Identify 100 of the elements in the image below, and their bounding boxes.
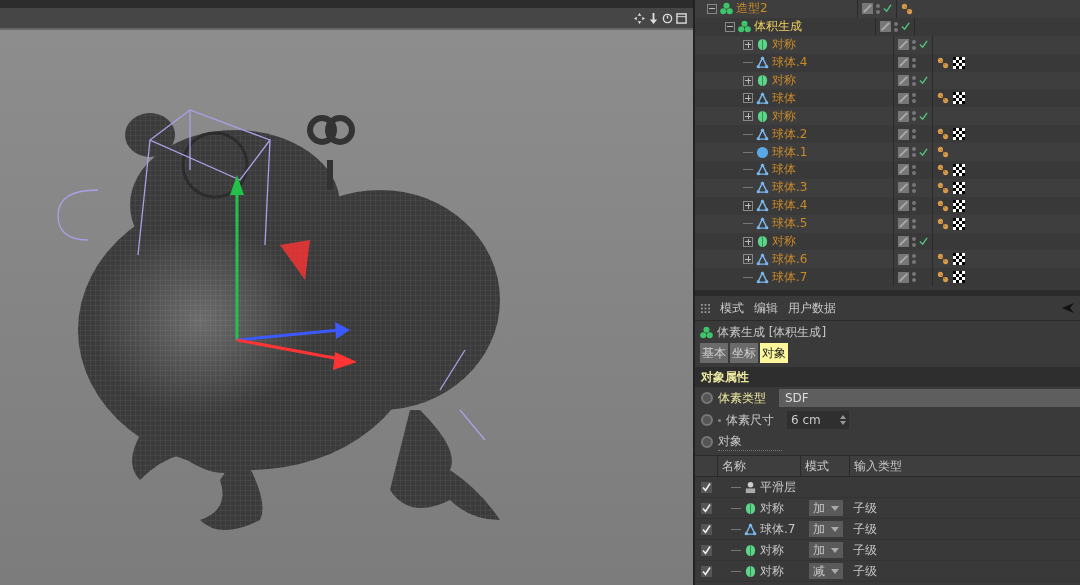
phong-tag-icon[interactable] xyxy=(937,128,949,141)
object-name[interactable]: 球体.2 xyxy=(772,125,808,143)
layer-icon[interactable] xyxy=(898,164,909,176)
menu-item[interactable]: 编辑 xyxy=(754,299,778,317)
phong-tag-icon[interactable] xyxy=(937,253,949,266)
mode-dropdown[interactable]: 加 xyxy=(809,500,843,516)
3d-viewport[interactable] xyxy=(0,28,693,585)
object-name[interactable]: 对称 xyxy=(772,107,796,125)
caret-icon[interactable] xyxy=(831,568,839,574)
mode-dropdown[interactable]: 加 xyxy=(809,542,843,558)
arrow-down-icon[interactable] xyxy=(648,12,659,24)
number-field[interactable]: 6 cm xyxy=(787,411,849,429)
object-name[interactable]: 球体.4 xyxy=(772,54,808,72)
object-name[interactable]: 对称 xyxy=(772,36,796,54)
object-name[interactable]: 球体.4 xyxy=(772,197,808,215)
visibility-dots[interactable] xyxy=(912,182,916,193)
grip-icon[interactable] xyxy=(701,303,710,313)
visibility-dots[interactable] xyxy=(912,75,916,86)
texture-tag-icon[interactable] xyxy=(953,128,965,141)
keyframe-toggle[interactable] xyxy=(701,392,713,404)
checkbox[interactable] xyxy=(700,565,712,577)
checkbox[interactable] xyxy=(700,544,712,556)
layer-icon[interactable] xyxy=(898,39,909,51)
menu-item[interactable]: 模式 xyxy=(720,299,744,317)
phong-tag-icon[interactable] xyxy=(937,56,949,69)
layer-icon[interactable] xyxy=(898,182,909,194)
tab[interactable]: 基本 xyxy=(700,343,728,363)
visibility-dots[interactable] xyxy=(912,254,916,265)
object-name[interactable]: 球体.6 xyxy=(772,250,808,268)
phong-tag-icon[interactable] xyxy=(937,146,949,159)
phong-tag-icon[interactable] xyxy=(937,163,949,176)
layer-icon[interactable] xyxy=(898,271,909,283)
visibility-dots[interactable] xyxy=(912,218,916,229)
visibility-dots[interactable] xyxy=(912,129,916,140)
texture-tag-icon[interactable] xyxy=(953,181,965,194)
checkbox[interactable] xyxy=(700,502,712,514)
visibility-dots[interactable] xyxy=(912,272,916,283)
texture-tag-icon[interactable] xyxy=(953,163,965,176)
dropdown[interactable]: SDF xyxy=(779,389,1080,407)
phong-tag-icon[interactable] xyxy=(937,217,949,230)
object-name[interactable]: 对称 xyxy=(772,233,796,250)
visibility-dots[interactable] xyxy=(912,57,916,68)
move-icon[interactable] xyxy=(634,12,645,24)
window-icon[interactable] xyxy=(676,12,687,24)
checkmark-icon[interactable] xyxy=(919,111,928,121)
checkmark-icon[interactable] xyxy=(919,40,928,50)
visibility-dots[interactable] xyxy=(912,93,916,104)
object-name[interactable]: 球体.1 xyxy=(772,143,808,161)
expand-toggle[interactable] xyxy=(743,39,753,50)
texture-tag-icon[interactable] xyxy=(953,271,965,284)
caret-icon[interactable] xyxy=(831,526,839,532)
visibility-dots[interactable] xyxy=(912,39,916,50)
layer-icon[interactable] xyxy=(898,128,909,140)
phong-tag-icon[interactable] xyxy=(937,271,949,284)
expand-toggle[interactable] xyxy=(707,3,717,14)
object-name[interactable]: 球体 xyxy=(772,161,796,179)
phong-tag-icon[interactable] xyxy=(937,92,949,105)
object-name[interactable]: 球体.5 xyxy=(772,215,808,233)
object-name[interactable]: 球体 xyxy=(772,89,796,107)
column-header[interactable]: 名称 xyxy=(717,456,800,476)
menu-item[interactable]: 用户数据 xyxy=(788,299,836,317)
keyframe-toggle[interactable] xyxy=(701,414,713,426)
texture-tag-icon[interactable] xyxy=(953,56,965,69)
layer-icon[interactable] xyxy=(898,253,909,265)
keyframe-toggle[interactable] xyxy=(701,436,713,448)
phong-tag-icon[interactable] xyxy=(901,2,913,15)
visibility-dots[interactable] xyxy=(912,236,916,247)
visibility-dots[interactable] xyxy=(912,200,916,211)
texture-tag-icon[interactable] xyxy=(953,92,965,105)
checkmark-icon[interactable] xyxy=(901,22,910,32)
object-name[interactable]: 造型2 xyxy=(736,0,768,18)
expand-toggle[interactable] xyxy=(743,93,753,104)
texture-tag-icon[interactable] xyxy=(953,199,965,212)
expand-toggle[interactable] xyxy=(743,75,753,86)
checkmark-icon[interactable] xyxy=(919,76,928,85)
layer-icon[interactable] xyxy=(898,110,909,122)
checkmark-icon[interactable] xyxy=(919,237,928,246)
visibility-dots[interactable] xyxy=(894,21,898,32)
object-name[interactable]: 对称 xyxy=(772,72,796,89)
phong-tag-icon[interactable] xyxy=(937,199,949,212)
checkbox[interactable] xyxy=(700,481,712,493)
visibility-dots[interactable] xyxy=(912,164,916,175)
layer-icon[interactable] xyxy=(880,21,891,33)
checkmark-icon[interactable] xyxy=(919,147,928,157)
caret-icon[interactable] xyxy=(831,505,839,511)
expand-toggle[interactable] xyxy=(743,111,753,122)
rotate-icon[interactable] xyxy=(662,12,673,24)
expand-toggle[interactable] xyxy=(725,21,735,32)
layer-icon[interactable] xyxy=(898,146,909,158)
texture-tag-icon[interactable] xyxy=(953,253,965,266)
mode-dropdown[interactable]: 加 xyxy=(809,521,843,537)
layer-icon[interactable] xyxy=(898,57,909,69)
phong-tag-icon[interactable] xyxy=(937,181,949,194)
mode-dropdown[interactable]: 减 xyxy=(809,563,843,579)
expand-toggle[interactable] xyxy=(743,200,753,211)
expand-toggle[interactable] xyxy=(743,254,753,265)
visibility-dots[interactable] xyxy=(876,3,880,14)
tab[interactable]: 对象 xyxy=(760,343,788,363)
move-gizmo[interactable] xyxy=(230,175,357,370)
checkbox[interactable] xyxy=(700,523,712,535)
